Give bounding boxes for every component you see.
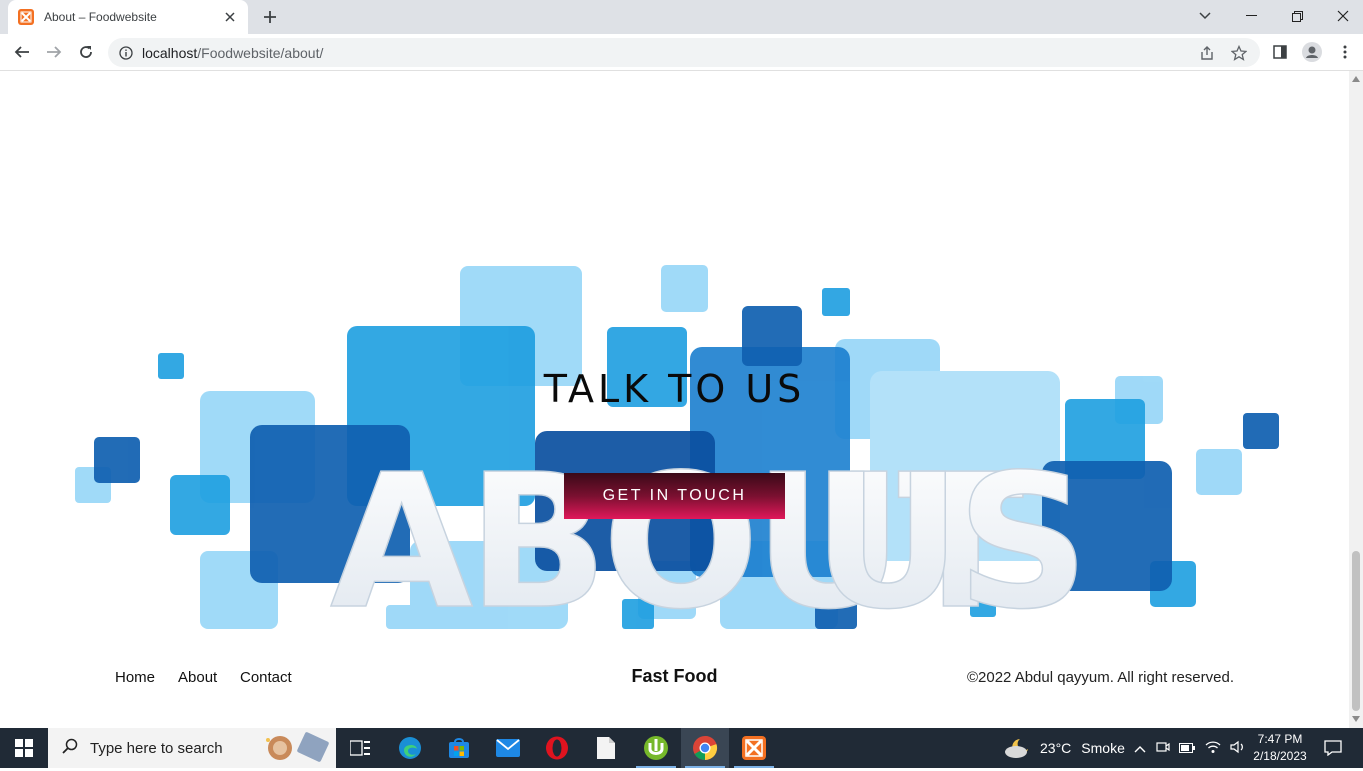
meet-now-camera-icon[interactable] [1155,740,1170,757]
tab-search-chevron-icon[interactable] [1182,0,1228,32]
about-us-hero-image: ABOUT US [70,261,1290,629]
browser-tab-active[interactable]: About – Foodwebsite [8,0,248,34]
tab-close-icon[interactable] [222,9,238,25]
clock-time: 7:47 PM [1257,732,1303,746]
weather-widget[interactable]: 23°C Smoke [1004,728,1125,768]
xampp-favicon-icon [18,9,34,25]
edge-browser-icon[interactable] [386,728,434,768]
opera-browser-icon[interactable] [533,728,581,768]
chrome-browser-icon[interactable] [681,728,729,768]
tab-title: About – Foodwebsite [44,10,157,24]
share-icon[interactable] [1198,44,1216,62]
browser-menu-icon[interactable] [1331,38,1359,66]
weather-description: Smoke [1081,740,1125,756]
side-panel-icon[interactable] [1266,38,1294,66]
weather-temperature: 23°C [1040,740,1072,756]
minimize-icon[interactable] [1228,0,1274,32]
url-path: /Foodwebsite/about/ [197,44,324,61]
windows-start-icon[interactable] [0,728,48,768]
bookmark-star-icon[interactable] [1230,44,1248,62]
search-placeholder: Type here to search [90,739,223,757]
volume-speaker-icon[interactable] [1230,740,1246,757]
get-in-touch-button[interactable]: GET IN TOUCH [564,473,785,519]
talk-to-us-heading: TALK TO US [543,367,806,411]
svg-text:US: US [812,434,1083,629]
cloudy-moon-weather-icon [1004,735,1032,762]
scrollbar-thumb[interactable] [1352,551,1360,711]
profile-avatar-icon[interactable] [1298,38,1326,66]
site-info-icon[interactable] [118,45,134,61]
notification-center-icon[interactable] [1311,728,1355,768]
address-bar[interactable]: localhost/Foodwebsite/about/ [108,38,1260,67]
taskbar-clock[interactable]: 7:47 PM 2/18/2023 [1252,731,1308,765]
reload-icon[interactable] [72,38,100,66]
mail-icon[interactable] [484,728,532,768]
forward-arrow-icon[interactable] [40,38,68,66]
show-hidden-icons-chevron-icon[interactable] [1134,740,1146,756]
utorrent-icon[interactable] [632,728,680,768]
scroll-up-arrow-icon[interactable] [1352,75,1360,83]
file-notepad-icon[interactable] [582,728,630,768]
microsoft-store-icon[interactable] [435,728,483,768]
browser-toolbar: localhost/Foodwebsite/about/ [0,34,1363,71]
wifi-network-icon[interactable] [1205,740,1221,757]
about-us-banner-graphic: ABOUT US [75,265,1279,629]
task-view-icon[interactable] [336,728,384,768]
battery-icon[interactable] [1179,740,1195,756]
back-arrow-icon[interactable] [8,38,36,66]
close-window-icon[interactable] [1320,0,1363,32]
search-highlight-art-icon [260,730,332,766]
search-icon [62,738,78,759]
page-scrollbar[interactable] [1349,71,1363,728]
scroll-down-arrow-icon[interactable] [1352,715,1360,723]
taskbar-search-box[interactable]: Type here to search [48,728,336,768]
page-viewport: ABOUT US TALK TO US GET IN TOUCH Home Ab… [0,71,1349,728]
system-tray [1134,728,1254,768]
browser-tab-strip: About – Foodwebsite [0,0,1363,34]
url-host: localhost [142,44,198,61]
restore-icon[interactable] [1274,0,1320,32]
site-footer: Home About Contact Fast Food ©2022 Abdul… [0,661,1349,695]
footer-copyright: ©2022 Abdul qayyum. All right reserved. [966,669,1234,686]
new-tab-plus-icon[interactable] [258,5,282,29]
clock-date: 2/18/2023 [1253,749,1307,763]
windows-taskbar: Type here to search 23°C Smoke 7:47 PM 2… [0,728,1363,768]
xampp-control-icon[interactable] [730,728,778,768]
